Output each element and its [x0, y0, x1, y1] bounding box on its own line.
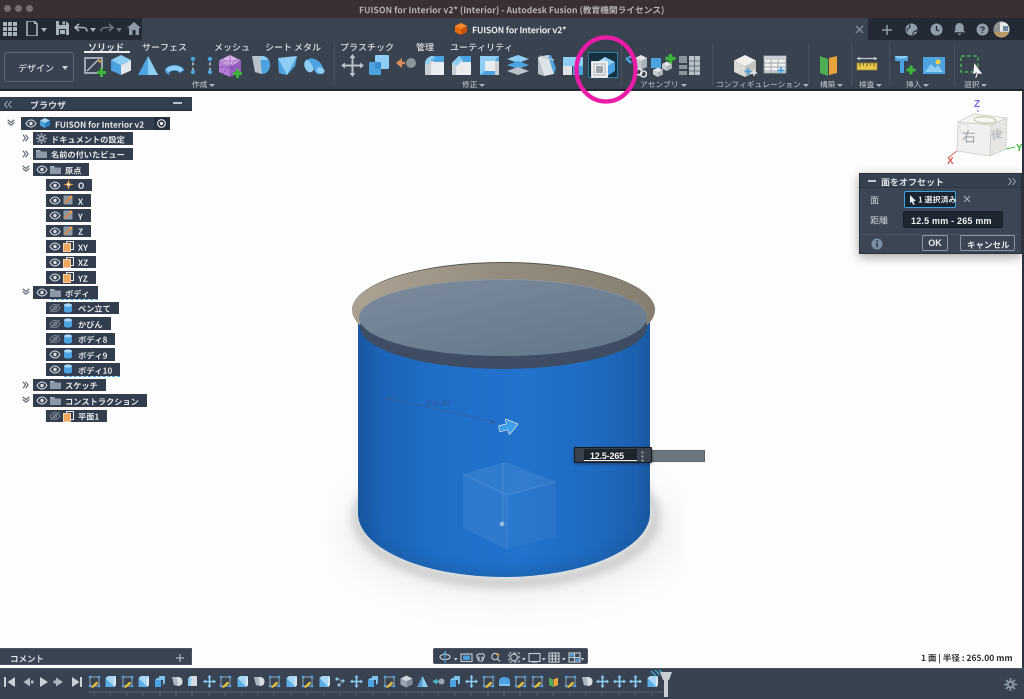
svg-text:?: ?: [980, 25, 986, 35]
svg-text:252.50: 252.50: [426, 399, 451, 408]
svg-text:Z: Z: [974, 99, 980, 110]
svg-text:X: X: [947, 156, 954, 167]
